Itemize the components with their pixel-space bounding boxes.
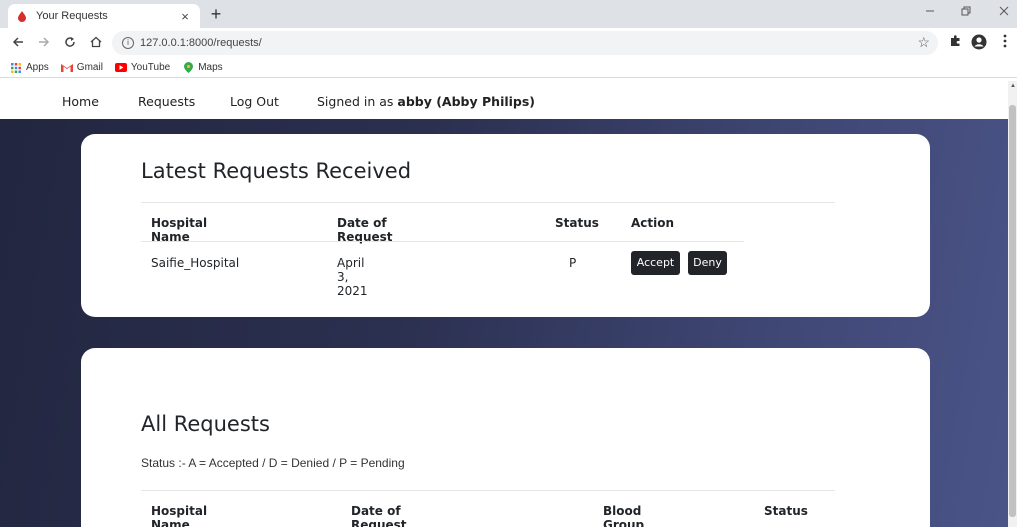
url-text: 127.0.0.1:8000/requests/ xyxy=(140,37,262,49)
menu-kebab-icon[interactable] xyxy=(996,34,1014,52)
deny-button[interactable]: Deny xyxy=(688,251,727,275)
bookmark-star-icon[interactable]: ☆ xyxy=(917,34,930,51)
bookmark-maps[interactable]: Maps xyxy=(182,62,223,73)
column-header-date: Date of Request xyxy=(351,504,407,527)
column-header-hospital: Hospital Name xyxy=(151,504,208,527)
accept-button[interactable]: Accept xyxy=(631,251,680,275)
column-header-action: Action xyxy=(631,216,675,230)
bookmarks-bar: Apps Gmail YouTube Maps xyxy=(0,58,1017,78)
cell-hospital-name: Saifie_Hospital xyxy=(151,256,240,270)
signed-in-status: Signed in as abby (Abby Philips) xyxy=(317,94,535,109)
all-requests-card: All Requests Status :- A = Accepted / D … xyxy=(81,348,930,527)
bookmark-youtube[interactable]: YouTube xyxy=(114,62,171,73)
bookmark-label: Apps xyxy=(26,62,49,73)
signed-in-prefix: Signed in as xyxy=(317,94,394,109)
blood-drop-favicon-icon xyxy=(16,10,28,22)
column-header-hospital: Hospital Name xyxy=(151,216,208,244)
table-top-divider xyxy=(141,490,835,491)
site-info-icon[interactable]: i xyxy=(122,37,134,49)
minimize-icon[interactable] xyxy=(920,4,940,19)
address-bar[interactable]: i 127.0.0.1:8000/requests/ ☆ xyxy=(112,31,938,55)
restore-icon[interactable] xyxy=(956,4,976,19)
bookmark-label: YouTube xyxy=(130,62,171,73)
tab-close-icon[interactable]: × xyxy=(178,9,192,24)
extensions-puzzle-icon[interactable] xyxy=(946,34,964,52)
all-requests-title: All Requests xyxy=(141,412,270,436)
column-header-blood-group: Blood Group xyxy=(603,504,645,527)
browser-tab-bar: Your Requests × + xyxy=(0,0,1017,28)
scrollbar-thumb[interactable] xyxy=(1009,105,1016,517)
reload-icon[interactable] xyxy=(60,33,80,53)
site-navbar: Home Requests Log Out Signed in as abby … xyxy=(0,81,1008,119)
apps-grid-icon xyxy=(10,62,22,73)
signed-in-user: abby (Abby Philips) xyxy=(397,94,536,109)
page-scrollbar[interactable]: ▲ xyxy=(1008,81,1017,527)
bookmark-label: Maps xyxy=(198,62,223,73)
page-viewport: Home Requests Log Out Signed in as abby … xyxy=(0,81,1008,527)
bookmark-label: Gmail xyxy=(76,62,103,73)
column-header-date: Date of Request xyxy=(337,216,393,244)
bookmark-gmail[interactable]: Gmail xyxy=(60,62,103,73)
back-arrow-icon[interactable] xyxy=(8,33,28,53)
cell-request-date: April 3, 2021 xyxy=(337,256,368,298)
nav-requests-link[interactable]: Requests xyxy=(138,94,195,109)
browser-toolbar: i 127.0.0.1:8000/requests/ ☆ xyxy=(0,28,1017,58)
tab-title: Your Requests xyxy=(36,10,108,22)
table-header-divider xyxy=(141,241,744,242)
forward-arrow-icon[interactable] xyxy=(34,33,54,53)
column-header-status: Status xyxy=(764,504,808,518)
home-icon[interactable] xyxy=(86,33,106,53)
youtube-icon xyxy=(114,63,127,73)
column-header-status: Status xyxy=(555,216,599,230)
close-window-icon[interactable] xyxy=(994,4,1014,19)
status-legend: Status :- A = Accepted / D = Denied / P … xyxy=(141,456,405,470)
gmail-icon xyxy=(60,63,73,73)
new-tab-button[interactable]: + xyxy=(206,4,226,24)
profile-avatar-icon[interactable] xyxy=(970,34,988,52)
latest-requests-title: Latest Requests Received xyxy=(141,159,412,183)
bookmark-apps[interactable]: Apps xyxy=(10,62,49,73)
browser-tab[interactable]: Your Requests × xyxy=(8,4,200,28)
hero-background: Latest Requests Received Hospital Name D… xyxy=(0,119,1008,527)
latest-requests-card: Latest Requests Received Hospital Name D… xyxy=(81,134,930,317)
nav-home-link[interactable]: Home xyxy=(62,94,99,109)
scroll-up-arrow-icon[interactable]: ▲ xyxy=(1010,83,1016,89)
table-top-divider xyxy=(141,202,835,203)
nav-logout-link[interactable]: Log Out xyxy=(230,94,279,109)
cell-status: P xyxy=(569,256,577,270)
maps-pin-icon xyxy=(182,62,194,73)
